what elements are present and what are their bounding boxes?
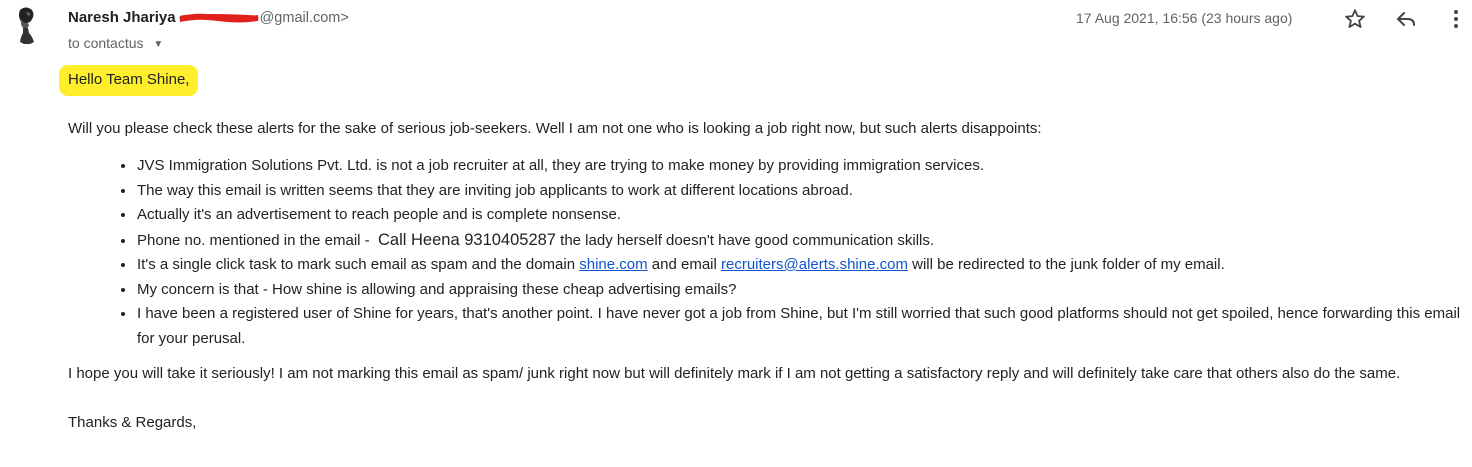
list-item: Actually it's an advertisement to reach … [136,203,1468,228]
recipient-line: to contactus ▼ [68,34,163,54]
email-body: Hello Team Shine, Will you please check … [62,68,1468,435]
phone-prefix: Phone no. mentioned in the email - [137,231,370,249]
email-timestamp: 17 Aug 2021, 16:56 (23 hours ago) [1076,10,1293,26]
spam-text-middle: and email [651,256,717,273]
star-outline-icon[interactable] [1343,7,1367,31]
recipient-details-dropdown-icon[interactable]: ▼ [153,36,163,54]
intro-paragraph: Will you please check these alerts for t… [68,119,1042,137]
list-item: The way this email is written seems that… [136,179,1468,204]
signoff: Thanks & Regards, [68,413,197,431]
reply-icon[interactable] [1394,7,1418,31]
list-item: My concern is that - How shine is allowi… [136,278,1468,303]
recruiter-email-link[interactable]: recruiters@alerts.shine.com [721,256,908,273]
list-item: I have been a registered user of Shine f… [136,302,1468,351]
more-vert-icon[interactable] [1444,7,1468,31]
sender-email: @gmail.com> [259,10,349,26]
list-item-spam: It's a single click task to mark such em… [136,253,1468,278]
sender-line: Naresh Jhariya @gmail.com> [68,8,349,28]
spam-text-before: It's a single click task to mark such em… [137,256,576,273]
recipient-name: contactus [83,35,144,51]
spam-text-after: will be redirected to the junk folder of… [912,256,1225,273]
phone-suffix: the lady herself doesn't have good commu… [560,231,935,249]
sender-avatar[interactable] [8,6,42,44]
sender-name[interactable]: Naresh Jhariya [68,9,176,26]
recipient-prefix: to [68,35,80,51]
list-item-phone: Phone no. mentioned in the email - Call … [136,228,1468,254]
phone-number-text: Call Heena 9310405287 [378,230,556,249]
issues-list: JVS Immigration Solutions Pvt. Ltd. is n… [68,154,1468,351]
greeting-highlighted: Hello Team Shine, [62,68,196,93]
list-item: JVS Immigration Solutions Pvt. Ltd. is n… [136,154,1468,179]
redaction-scribble [178,8,260,28]
closing-paragraph: I hope you will take it seriously! I am … [68,365,1401,382]
domain-link[interactable]: shine.com [579,256,647,273]
